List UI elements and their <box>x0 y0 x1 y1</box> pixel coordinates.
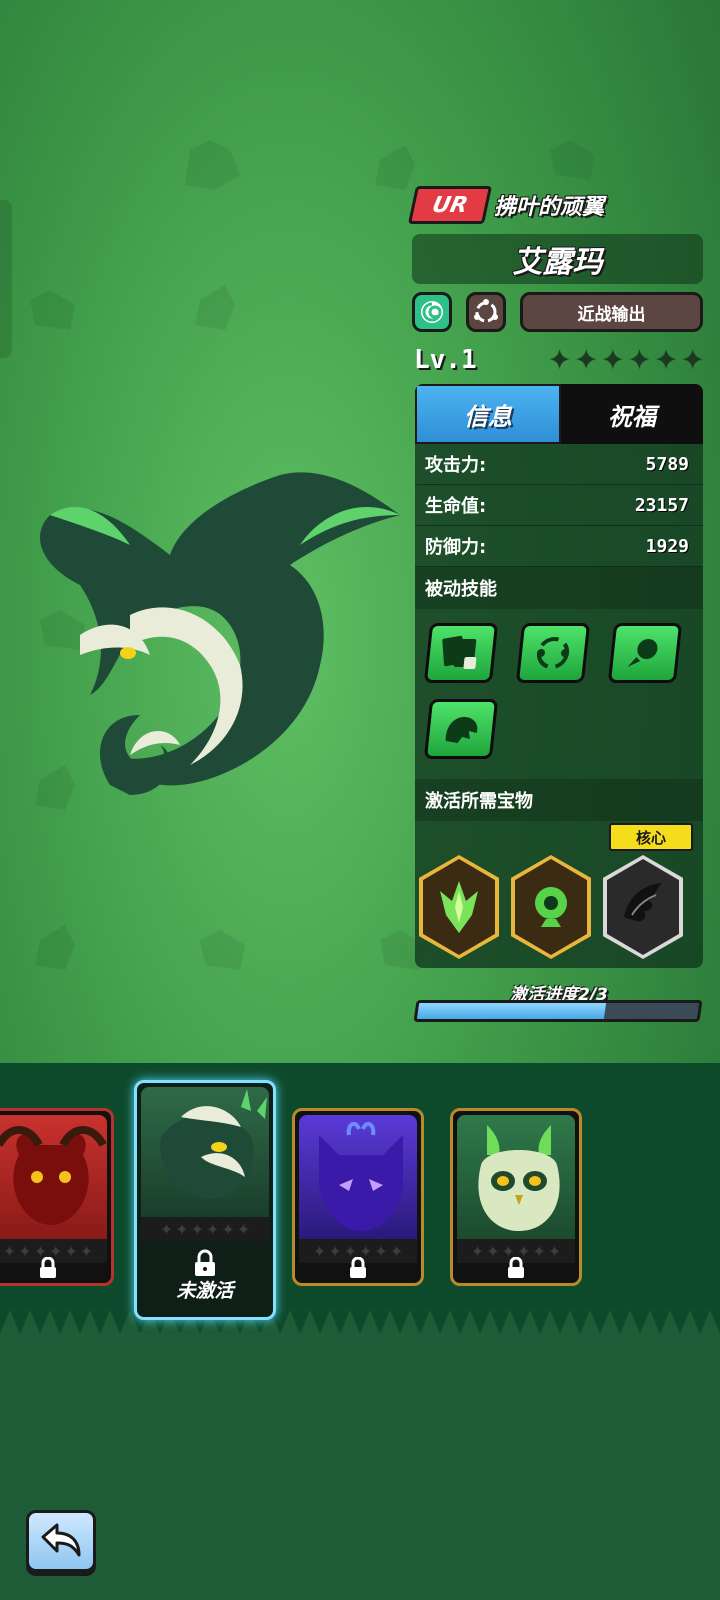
hero-artwork <box>40 472 400 795</box>
green-crystal-claw-icon <box>440 881 478 933</box>
star-icon: ✦ <box>190 1219 204 1239</box>
panel-tabs: 信息 祝福 <box>415 384 703 444</box>
activation-progress-fill <box>416 1003 606 1019</box>
treasure-slots: 核心 <box>415 821 703 968</box>
skill-slot[interactable] <box>423 623 499 683</box>
skill-slot[interactable] <box>423 699 499 759</box>
tab-blessing[interactable]: 祝福 <box>561 384 703 444</box>
star-rating: ✦ ✦ ✦ ✦ ✦ ✦ <box>548 347 704 374</box>
star-icon: ✦ <box>175 1219 189 1239</box>
hero-card-red-demon[interactable]: ✦ ✦ ✦ ✦ ✦ ✦ <box>0 1108 114 1286</box>
stat-value: 5789 <box>645 453 689 475</box>
rarity-row: UR 拂叶的顽翼 <box>407 186 605 224</box>
orbit-icon <box>536 637 570 669</box>
passive-skills-grid <box>415 609 703 779</box>
tab-info[interactable]: 信息 <box>415 384 561 444</box>
stat-value: 1929 <box>645 535 689 557</box>
hero-name-box: 艾露玛 <box>412 234 703 284</box>
hero-subtitle: 拂叶的顽翼 <box>494 195 605 220</box>
cards-dice-icon <box>442 635 477 669</box>
hero-card-green-dragon[interactable]: ✦ ✦ ✦ ✦ ✦ ✦ 未激活 <box>134 1080 276 1320</box>
star-icon: ✦ <box>236 1219 251 1239</box>
activation-progress-bar <box>413 1000 703 1022</box>
cycle-arrows-icon <box>474 299 498 323</box>
element-button[interactable] <box>412 292 452 332</box>
purple-dragon-portrait <box>319 1121 403 1231</box>
card-stars: ✦ ✦ ✦ ✦ ✦ ✦ <box>141 1217 269 1241</box>
hero-level: Lv.1 <box>414 345 477 375</box>
core-tag: 核心 <box>609 823 693 851</box>
dragon-wing-icon <box>624 883 662 922</box>
lock-icon <box>295 1255 421 1281</box>
inactive-label: 未激活 <box>176 1280 234 1302</box>
green-dragon-portrait <box>160 1089 267 1199</box>
passive-skills-title: 被动技能 <box>415 567 703 609</box>
red-demon-portrait <box>0 1126 107 1225</box>
card-art <box>457 1115 575 1239</box>
hero-name: 艾露玛 <box>512 245 603 280</box>
monster-roar-icon <box>445 717 478 743</box>
stat-defense: 防御力: 1929 <box>415 526 703 567</box>
star-icon: ✦ <box>221 1219 235 1239</box>
lock-icon <box>453 1255 579 1281</box>
stat-label: 防御力: <box>425 537 487 558</box>
lock-icon <box>0 1255 111 1281</box>
star-icon: ✦ <box>628 344 651 376</box>
treasure-slot[interactable] <box>419 855 499 959</box>
star-icon: ✦ <box>654 344 678 376</box>
skill-slot[interactable] <box>607 623 683 683</box>
card-art <box>299 1115 417 1239</box>
lock-icon <box>137 1249 273 1277</box>
star-icon: ✦ <box>574 344 598 376</box>
card-art <box>141 1087 269 1217</box>
hero-card-green-owl[interactable]: ✦ ✦ ✦ ✦ ✦ ✦ <box>450 1108 582 1286</box>
treasure-slot[interactable] <box>511 855 591 959</box>
stat-label: 攻击力: <box>425 455 487 476</box>
hero-card-purple-dragon[interactable]: ✦ ✦ ✦ ✦ ✦ ✦ <box>292 1108 424 1286</box>
fireball-icon <box>627 639 658 667</box>
back-button[interactable] <box>26 1510 96 1572</box>
wind-swirl-icon <box>421 301 443 323</box>
star-icon: ✦ <box>548 344 571 376</box>
green-owl-portrait <box>478 1125 560 1231</box>
class-button[interactable] <box>466 292 506 332</box>
side-drawer-handle[interactable] <box>0 200 12 358</box>
info-panel: 信息 祝福 攻击力: 5789 生命值: 23157 防御力: 1929 被动技… <box>415 384 703 968</box>
stat-attack: 攻击力: 5789 <box>415 444 703 485</box>
rarity-badge: UR <box>407 186 493 224</box>
star-icon: ✦ <box>681 344 704 376</box>
treasure-slot-core[interactable] <box>603 855 683 959</box>
spike-border <box>0 1310 720 1334</box>
treasures-title: 激活所需宝物 <box>415 779 703 821</box>
role-badge: 近战输出 <box>520 292 703 332</box>
stat-health: 生命值: 23157 <box>415 485 703 526</box>
card-art <box>0 1115 107 1239</box>
stat-label: 生命值: <box>425 496 487 517</box>
star-icon: ✦ <box>159 1219 174 1239</box>
lower-background <box>0 1334 720 1600</box>
stat-value: 23157 <box>634 494 689 516</box>
skill-slot[interactable] <box>515 623 591 683</box>
green-eye-orb-icon <box>535 887 567 927</box>
star-icon: ✦ <box>206 1219 220 1239</box>
back-arrow-icon <box>41 1523 81 1557</box>
level-row: Lv.1 ✦ ✦ ✦ ✦ ✦ ✦ <box>414 340 704 380</box>
star-icon: ✦ <box>601 344 625 376</box>
